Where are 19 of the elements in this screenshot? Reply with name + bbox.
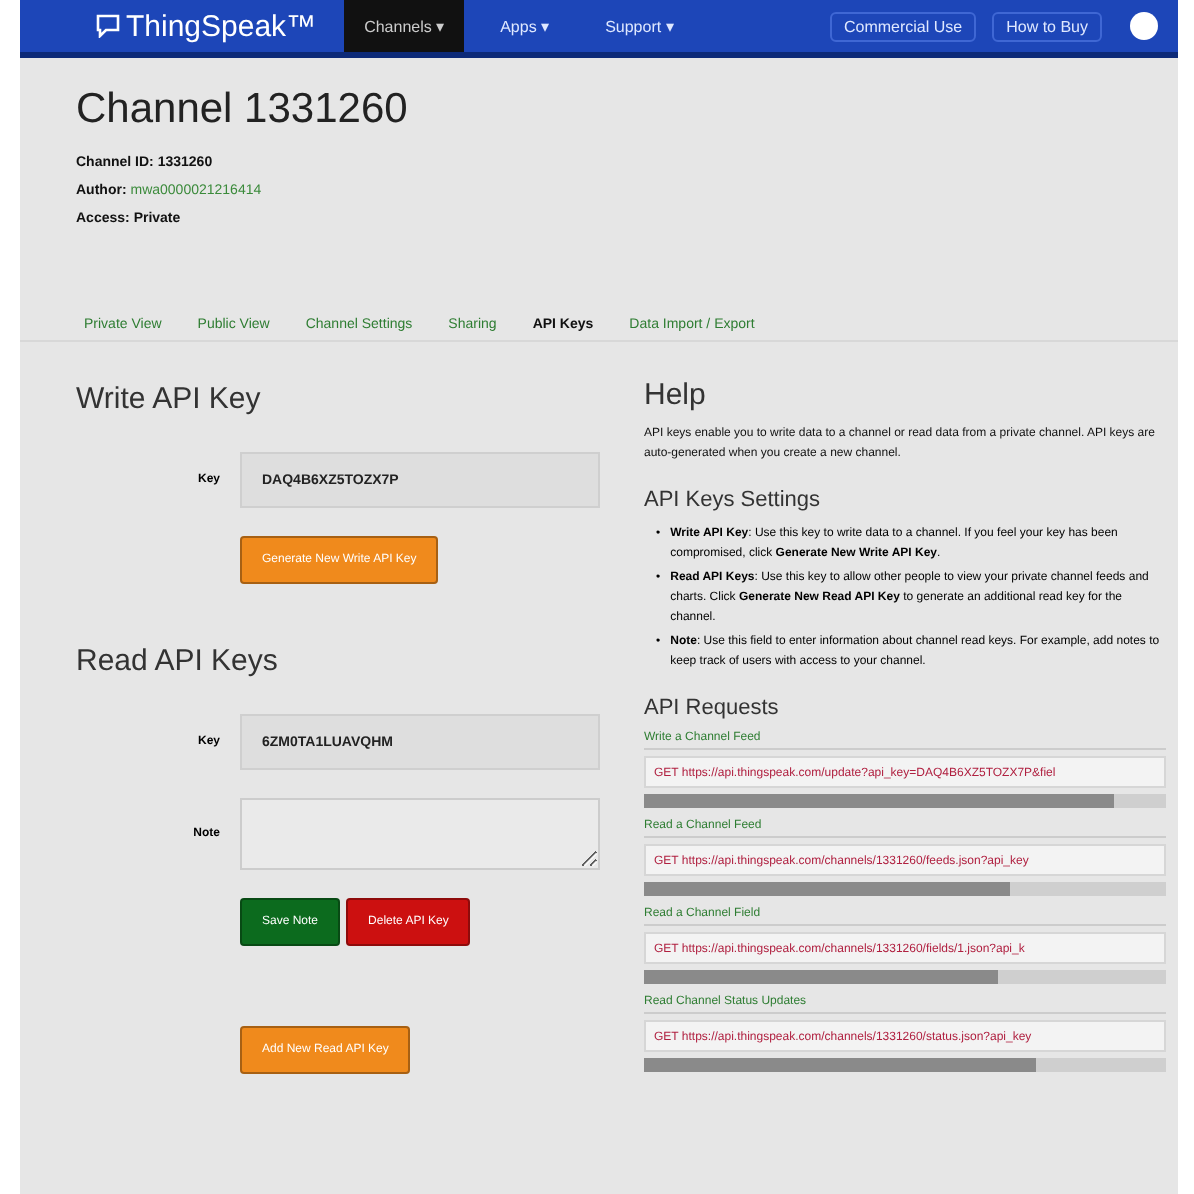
section-title: Read API Keys xyxy=(76,644,280,678)
nav-menu[interactable]: Apps ▾ xyxy=(480,0,570,52)
logo[interactable]: ThingSpeak™ xyxy=(96,9,317,43)
scrollbar[interactable] xyxy=(644,1058,1166,1072)
nav-link[interactable]: How to Buy xyxy=(992,11,1102,41)
scrollbar[interactable] xyxy=(644,794,1166,808)
avatar-icon[interactable] xyxy=(1130,12,1158,40)
note-field[interactable] xyxy=(240,798,600,870)
speech-bubble-icon xyxy=(96,14,120,38)
channel-title: Channel 1331260 xyxy=(76,86,410,134)
section-title: Help xyxy=(644,378,708,412)
nav-menu[interactable]: Channels ▾ xyxy=(344,0,465,52)
nav-menu[interactable]: Support ▾ xyxy=(585,0,694,52)
nav-link[interactable]: Commercial Use xyxy=(829,11,977,41)
section-title: API Requests xyxy=(644,696,781,720)
scrollbar[interactable] xyxy=(644,970,1166,984)
section-title: Write API Key xyxy=(76,382,263,416)
section-title: API Keys Settings xyxy=(644,488,823,512)
scrollbar[interactable] xyxy=(644,882,1166,896)
